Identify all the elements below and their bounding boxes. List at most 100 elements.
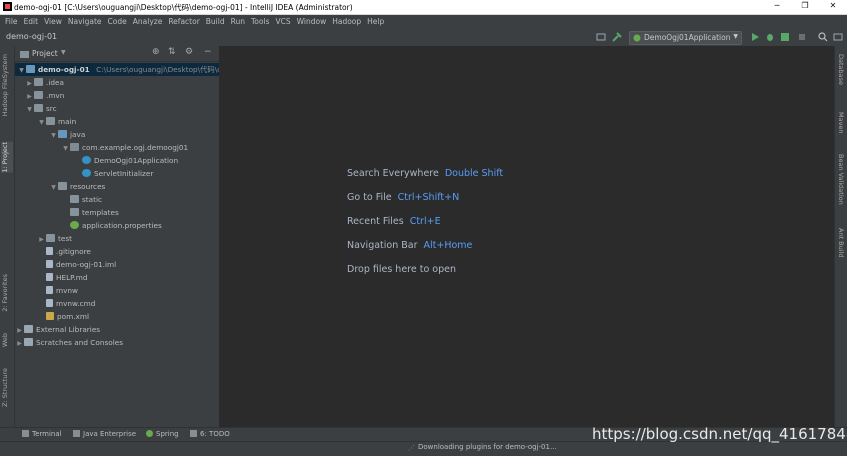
project-panel-header: Project ▼ ⊕ ⇅ ⚙ − [15,46,219,62]
tab-todo[interactable]: 6: TODO [190,430,230,438]
menu-vcs[interactable]: VCS [275,15,290,28]
left-tool-stripe: Hadoop FileSystem 1: Project 2: Favorite… [0,46,15,427]
tab-ant-build[interactable]: Ant Build [837,228,845,258]
tree-label: com.example.ogj.demoogj01 [82,143,189,152]
project-folder-icon [20,51,29,58]
menu-navigate[interactable]: Navigate [68,15,102,28]
editor-empty-area[interactable]: Search Everywhere Double Shift Go to File… [220,46,833,427]
maximize-button[interactable]: ❐ [795,1,815,13]
tree-row[interactable]: ▼ main [37,115,76,128]
stop-icon[interactable] [797,32,807,42]
tab-structure[interactable]: Z: Structure [1,368,9,407]
tree-label: DemoOgj01Application [94,156,179,165]
tab-spring[interactable]: Spring [146,430,179,438]
menu-build[interactable]: Build [206,15,225,28]
tree-row[interactable]: DemoOgj01Application [73,154,178,167]
tree-label: application.properties [82,221,162,230]
tab-maven[interactable]: Maven [837,112,845,134]
tree-row[interactable]: ▼ resources [49,180,105,193]
tree-row[interactable]: demo-ogj-01.iml [37,258,116,271]
tree-row[interactable]: HELP.md [37,271,88,284]
chevron-down-icon: ▼ [51,184,56,191]
chevron-down-icon[interactable]: ▼ [61,49,66,56]
tree-label: static [82,195,103,204]
run-configuration-select[interactable]: DemoOgj01Application ▼ [629,31,742,45]
tab-web[interactable]: Web [1,333,9,347]
tree-row[interactable]: ▼ src [25,102,57,115]
tab-java-enterprise[interactable]: Java Enterprise [73,430,136,438]
menu-run[interactable]: Run [231,15,245,28]
tree-row[interactable]: ▶ test [37,232,72,245]
tree-row[interactable]: mvnw [37,284,78,297]
tree-label: java [70,130,86,139]
hint-search-everywhere: Search Everywhere Double Shift [347,168,503,179]
tree-label: src [46,104,57,113]
run-with-coverage-icon[interactable] [780,32,790,42]
menu-tools[interactable]: Tools [251,15,269,28]
menu-window[interactable]: Window [297,15,327,28]
tree-row[interactable]: static [61,193,102,206]
file-icon [46,247,53,255]
menu-code[interactable]: Code [108,15,127,28]
spring-icon [146,430,153,437]
project-view-select[interactable]: Project [32,49,58,58]
menu-hadoop[interactable]: Hadoop [332,15,361,28]
tab-hadoop-filesystem[interactable]: Hadoop FileSystem [1,54,9,116]
tab-bean-validation[interactable]: Bean Validation [837,154,845,205]
tree-label: External Libraries [36,325,101,334]
tree-row[interactable]: .gitignore [37,245,91,258]
tree-row[interactable]: application.properties [61,219,162,232]
menu-file[interactable]: File [5,15,18,28]
menu-bar: File Edit View Navigate Code Analyze Refactor B… [0,15,847,28]
chevron-down-icon: ▼ [51,132,56,139]
menu-edit[interactable]: Edit [24,15,39,28]
package-icon [70,143,79,151]
hint-go-to-file: Go to File Ctrl+Shift+N [347,192,459,203]
tree-row[interactable]: ▶ .mvn [25,89,64,102]
folder-icon [70,208,79,216]
tree-row[interactable]: ▶ Scratches and Consoles [15,336,123,349]
folder-icon [70,195,79,203]
markdown-file-icon [46,273,53,281]
run-configuration-label: DemoOgj01Application [644,33,731,42]
tab-database[interactable]: Database [837,54,845,85]
hint-shortcut: Ctrl+Shift+N [397,192,460,203]
debug-icon[interactable] [765,32,775,42]
vcs-icon[interactable] [833,32,843,42]
tree-label: demo-ogj-01 [38,65,90,74]
tree-label: templates [82,208,119,217]
tree-row[interactable]: ▼ com.example.ogj.demoogj01 [61,141,188,154]
close-button[interactable]: ✕ [823,1,843,13]
menu-analyze[interactable]: Analyze [133,15,163,28]
tab-label: Terminal [32,430,62,438]
tree-row[interactable]: ▶ External Libraries [15,323,100,336]
run-icon[interactable] [750,32,760,42]
hide-panel-icon[interactable]: − [204,47,212,57]
menu-help[interactable]: Help [367,15,384,28]
breadcrumb[interactable]: demo-ogj-01 [6,32,57,41]
project-structure-icon[interactable] [596,32,606,42]
tree-row-root[interactable]: ▼ demo-ogj-01 C:\Users\ouguangji\Desktop\… [15,63,219,76]
menu-view[interactable]: View [44,15,62,28]
tab-terminal[interactable]: Terminal [22,430,62,438]
menu-refactor[interactable]: Refactor [168,15,199,28]
tree-row[interactable]: ▼ java [49,128,85,141]
tree-row[interactable]: pom.xml [37,310,89,323]
tab-project[interactable]: 1: Project [1,142,13,173]
build-hammer-icon[interactable] [612,32,622,42]
tree-row[interactable]: mvnw.cmd [37,297,95,310]
tree-row[interactable]: ServletInitializer [73,167,153,180]
tree-row[interactable]: templates [61,206,119,219]
tab-favorites[interactable]: 2: Favorites [1,274,9,312]
collapse-all-icon[interactable]: ⇅ [168,47,176,57]
tree-label: HELP.md [56,273,88,282]
tree-row[interactable]: ▶ .idea [25,76,64,89]
status-message[interactable]: Downloading plugins for demo-ogj-01... [418,443,557,451]
locate-icon[interactable]: ⊕ [152,47,160,57]
hint-shortcut: Ctrl+E [409,216,441,227]
hint-label: Recent Files [347,216,404,227]
gear-icon[interactable]: ⚙ [185,47,193,57]
minimize-button[interactable]: ─ [767,1,787,13]
search-icon[interactable] [818,32,828,42]
hint-shortcut: Alt+Home [423,240,473,251]
